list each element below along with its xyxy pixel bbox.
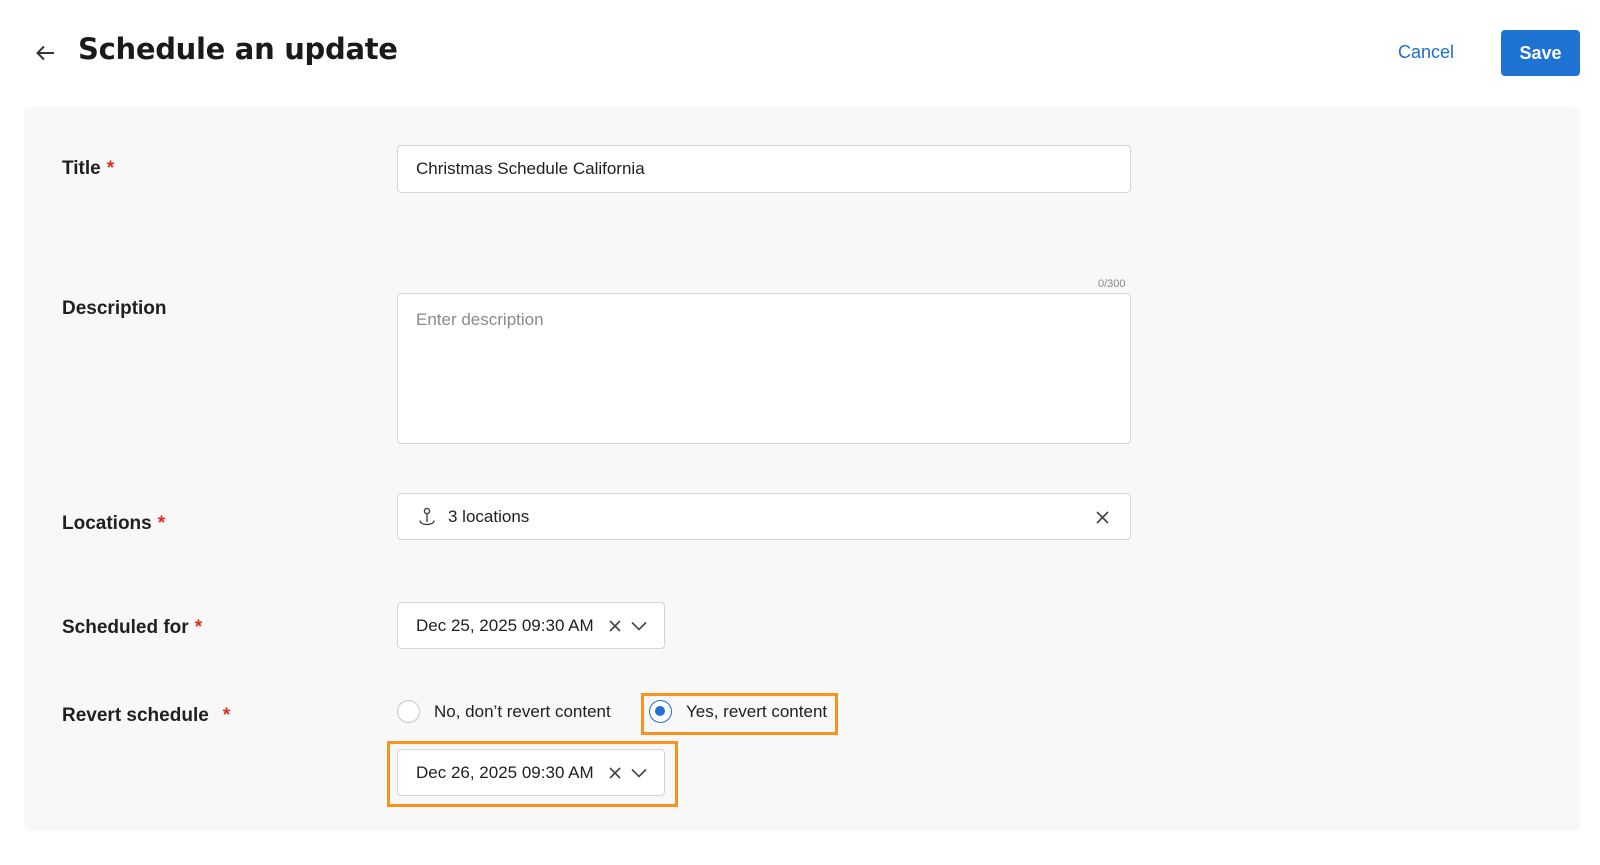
required-marker: * — [106, 158, 115, 179]
title-input[interactable]: Christmas Schedule California — [397, 145, 1131, 193]
required-marker: * — [222, 705, 231, 726]
description-char-counter: 0/300 — [1098, 278, 1126, 290]
page-header: Schedule an update Cancel Save — [0, 0, 1600, 100]
back-button[interactable] — [30, 38, 60, 68]
radio-yes-revert-label: Yes, revert content — [686, 701, 828, 721]
scheduled-for-value: Dec 25, 2025 09:30 AM — [416, 615, 594, 635]
location-pin-icon — [416, 506, 438, 528]
arrow-left-icon — [36, 45, 54, 61]
revert-date-datepicker[interactable]: Dec 26, 2025 09:30 AM — [397, 749, 665, 796]
description-label: Description — [62, 298, 167, 319]
required-marker: * — [194, 617, 203, 638]
locations-selector[interactable]: 3 locations — [397, 493, 1131, 540]
description-textarea[interactable]: Enter description — [397, 293, 1131, 444]
radio-no-revert-label: No, don’t revert content — [434, 701, 611, 721]
scheduled-for-datepicker[interactable]: Dec 25, 2025 09:30 AM — [397, 602, 665, 649]
page-title: Schedule an update — [78, 32, 398, 66]
cancel-button[interactable]: Cancel — [1398, 38, 1454, 66]
close-icon[interactable] — [606, 616, 624, 636]
chevron-down-icon[interactable] — [630, 616, 648, 636]
close-icon[interactable] — [1092, 507, 1112, 527]
radio-button-selected[interactable] — [649, 700, 672, 723]
locations-value: 3 locations — [448, 506, 530, 526]
required-marker: * — [157, 513, 166, 534]
title-label: Title * — [62, 158, 115, 179]
revert-schedule-label: Revert schedule * — [62, 705, 231, 726]
radio-button[interactable] — [397, 700, 420, 723]
title-input-value: Christmas Schedule California — [416, 159, 645, 178]
chevron-down-icon[interactable] — [630, 763, 648, 783]
save-button[interactable]: Save — [1501, 30, 1580, 76]
radio-yes-revert[interactable]: Yes, revert content — [649, 700, 827, 723]
close-icon[interactable] — [606, 763, 624, 783]
revert-date-value: Dec 26, 2025 09:30 AM — [416, 762, 594, 782]
scheduled-for-label: Scheduled for * — [62, 617, 203, 638]
locations-label: Locations * — [62, 513, 166, 534]
description-placeholder: Enter description — [416, 310, 544, 329]
radio-no-revert[interactable]: No, don’t revert content — [397, 700, 611, 723]
